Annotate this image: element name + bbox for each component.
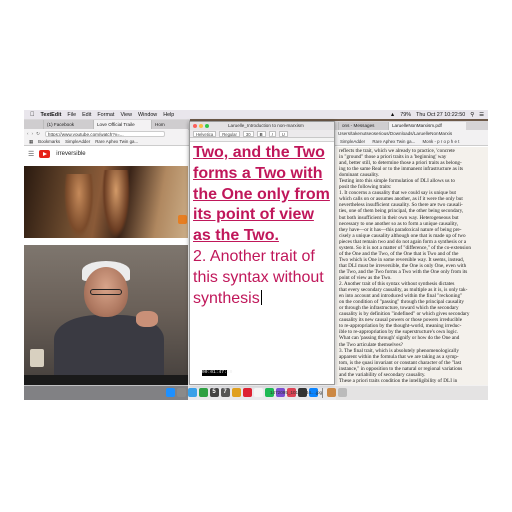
video-badge-icon — [178, 215, 187, 224]
minimize-icon[interactable] — [199, 124, 203, 128]
hamburger-icon[interactable]: ☰ — [28, 150, 34, 158]
textedit-window: Laruelle_Introduction to non-marxism Hel… — [189, 121, 335, 385]
menu-extras: ▲ 79% Thu Oct 27 10:22:50 ⚲ ☰ — [385, 110, 484, 119]
download-item[interactable]: 1472095_10153834....jpg — [270, 385, 322, 400]
speaker-hand — [136, 311, 158, 327]
textedit-document[interactable]: Two, and the Two forms a Two with the On… — [190, 142, 334, 309]
menu-app-name[interactable]: TextEdit — [41, 112, 62, 118]
textedit-title: Laruelle_Introduction to non-marxism — [228, 123, 304, 128]
bookmark-item[interactable]: Bookmarks — [38, 139, 60, 144]
safari-icon[interactable] — [187, 388, 197, 397]
launchpad-icon[interactable] — [176, 388, 186, 397]
underline-button[interactable]: U — [278, 130, 288, 137]
bookmark-item[interactable]: Monk - p r o p h e t — [422, 139, 459, 144]
bookmark-item[interactable]: Rare Aphex Twin ga... — [95, 139, 138, 144]
finder-icon[interactable] — [165, 388, 175, 397]
pdf-text-line: ties, one of them being principal, the o… — [339, 208, 464, 215]
tab-home[interactable]: Hom — [152, 120, 190, 129]
speaker-video-feed — [24, 245, 190, 375]
youtube-browser-window: (1) Facebook Love Official Traile Hom ‹ … — [24, 119, 190, 400]
document-plain-text-content: 2. Another trait of this syntax without … — [193, 247, 324, 307]
mac-desktop:  TextEdit File Edit Format View Window … — [24, 110, 488, 400]
bookmarks-apps-icon[interactable]: ▦ — [29, 139, 33, 145]
url-field[interactable]: https://www.youtube.com/watch?v=... — [44, 130, 165, 137]
pdf-text-line: Two which is One in some reversible way.… — [339, 256, 465, 263]
search-icon[interactable]: ⚲ — [470, 112, 474, 118]
video-player[interactable] — [24, 166, 190, 238]
wifi-icon[interactable]: ▲ — [390, 112, 395, 118]
menu-format[interactable]: Format — [97, 112, 114, 118]
pdf-text-line: cisely a unique causality although one t… — [339, 232, 466, 239]
menu-bar:  TextEdit File Edit Format View Window … — [24, 110, 488, 119]
italic-button[interactable]: I — [268, 130, 276, 137]
apple-icon[interactable]:  — [30, 112, 35, 118]
text-cursor — [260, 289, 262, 305]
textedit-title-bar[interactable]: Laruelle_Introduction to non-marxism — [190, 122, 334, 130]
address-bar-row: ‹ › ↻ https://www.youtube.com/watch?v=..… — [24, 129, 190, 138]
font-size-select[interactable]: 30 — [242, 130, 254, 137]
menu-window[interactable]: Window — [138, 112, 157, 118]
bookmark-item[interactable]: SimpleAdder — [340, 139, 365, 144]
tab-love-trailer[interactable]: Love Official Traile — [94, 120, 152, 129]
textedit-format-bar: Helvetica Regular 30 B I U — [190, 130, 334, 138]
downloads-stack-icon[interactable] — [326, 388, 336, 397]
clock[interactable]: Thu Oct 27 10:22:50 — [416, 112, 465, 118]
reload-icon[interactable]: ↻ — [36, 131, 40, 137]
menu-help[interactable]: Help — [163, 112, 174, 118]
pdf-text-line: system. So it is not a matter of "differ… — [339, 244, 471, 251]
youtube-search-input[interactable]: irreversible — [56, 151, 85, 157]
bookmarks-bar: ▦ Bookmarks SimpleAdder Rare Aphex Twin … — [24, 138, 190, 146]
font-style-select[interactable]: Regular — [219, 130, 240, 137]
tab-facebook[interactable]: (1) Facebook — [44, 120, 94, 129]
speaker-glasses — [90, 289, 122, 295]
menu-view[interactable]: View — [120, 112, 132, 118]
chrome-icon[interactable] — [198, 388, 208, 397]
close-icon[interactable] — [193, 124, 197, 128]
app-icon[interactable]: 5 — [209, 388, 219, 397]
document-plain-text: 2. Another trait of this syntax without … — [193, 247, 331, 309]
trash-icon[interactable] — [337, 388, 347, 397]
video-figure — [102, 170, 130, 238]
back-icon[interactable]: ‹ — [27, 131, 29, 136]
app-icon[interactable]: 7 — [220, 388, 230, 397]
dock: 5 7 1472095_10153834....jpg — [24, 385, 488, 400]
menu-edit[interactable]: Edit — [82, 112, 91, 118]
video-figure — [64, 174, 94, 238]
pdf-text-line: pieces that remain two and do not again … — [339, 238, 467, 245]
zoom-icon[interactable] — [205, 124, 209, 128]
document-bold-text: Two, and the Two forms a Two with the On… — [193, 144, 330, 245]
bold-button[interactable]: B — [256, 130, 266, 137]
calendar-icon[interactable] — [242, 388, 252, 397]
tab-laruelle-pdf[interactable]: LaruelleNonMarxism.pdf — [388, 122, 466, 130]
browser-tab-strip: (1) Facebook Love Official Traile Hom — [24, 119, 190, 129]
notes-icon[interactable] — [231, 388, 241, 397]
video-timecode: 00:01:47:20 — [202, 370, 233, 376]
bookmark-item[interactable]: SimpleAdder — [65, 139, 90, 144]
pdf-body-text: reflects the trait, which we already to … — [336, 147, 488, 383]
youtube-header: ☰ irreversible — [24, 146, 190, 162]
forward-icon[interactable]: › — [32, 131, 34, 136]
mug — [30, 349, 44, 367]
letterbox:  TextEdit File Edit Format View Window … — [0, 0, 512, 512]
youtube-logo-icon[interactable] — [39, 150, 51, 158]
bookmark-item[interactable]: Rare Aphex Twin ga... — [372, 139, 415, 144]
pdf-page[interactable]: reflects the trait, which we already to … — [336, 147, 488, 383]
textedit-icon[interactable] — [253, 388, 263, 397]
menu-file[interactable]: File — [67, 112, 76, 118]
tab-messages[interactable]: ons - Messages — [338, 122, 388, 130]
font-family-select[interactable]: Helvetica — [193, 130, 217, 137]
tab-blank[interactable] — [24, 120, 44, 129]
menu-list-icon[interactable]: ☰ — [479, 112, 484, 118]
battery-percent[interactable]: 79% — [400, 112, 411, 118]
